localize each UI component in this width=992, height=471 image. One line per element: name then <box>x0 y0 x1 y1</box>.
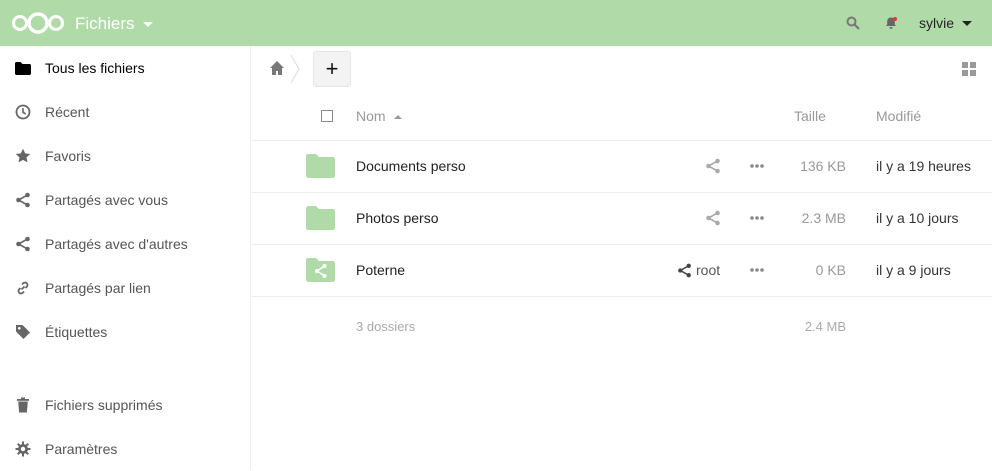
sidebar-item-label: Étiquettes <box>45 324 108 340</box>
sidebar-item-label: Partagés avec d'autres <box>45 236 188 252</box>
more-actions-icon[interactable] <box>749 267 765 273</box>
file-modified: il y a 10 jours <box>876 210 959 226</box>
chevron-down-icon <box>142 21 153 27</box>
share-icon[interactable] <box>705 158 721 174</box>
gear-icon <box>14 440 32 458</box>
file-modified: il y a 19 heures <box>876 158 971 174</box>
grid-view-icon[interactable] <box>962 62 976 76</box>
shared-with-owner[interactable]: root <box>677 262 720 278</box>
user-name: sylvie <box>918 15 954 31</box>
trash-icon <box>14 396 32 414</box>
sidebar-item-label: Récent <box>45 104 90 120</box>
link-icon <box>14 279 32 297</box>
file-table-header: Nom Taille Modifié <box>251 92 992 141</box>
share-icon <box>678 263 691 277</box>
file-list-area: + Nom Taille Modifié Documents perso 136… <box>251 46 992 470</box>
share-owner-name: root <box>696 262 721 278</box>
file-name[interactable]: Documents perso <box>356 158 466 174</box>
file-size: 136 KB <box>800 158 846 174</box>
share-icon <box>14 235 32 253</box>
breadcrumb-separator-icon <box>290 54 300 84</box>
file-name[interactable]: Photos perso <box>356 210 439 226</box>
home-icon[interactable] <box>269 60 285 76</box>
app-menu-button[interactable]: Fichiers <box>75 14 153 34</box>
sidebar-item-recent[interactable]: Récent <box>0 90 250 134</box>
sidebar-item-settings[interactable]: Paramètres <box>0 427 250 471</box>
sidebar-item-label: Favoris <box>45 148 91 164</box>
column-header-modified[interactable]: Modifié <box>876 108 921 124</box>
add-new-button[interactable]: + <box>313 51 351 87</box>
clock-icon <box>14 103 32 121</box>
select-all-checkbox[interactable] <box>321 110 333 122</box>
nextcloud-logo-icon[interactable] <box>10 11 66 35</box>
more-actions-icon[interactable] <box>749 215 765 221</box>
file-size: 2.3 MB <box>801 210 846 226</box>
folder-icon <box>14 59 32 77</box>
star-icon <box>14 147 32 165</box>
sidebar-item-label: Paramètres <box>45 441 118 457</box>
share-icon[interactable] <box>705 210 721 226</box>
folder-icon <box>306 206 335 230</box>
sidebar-item-tags[interactable]: Étiquettes <box>0 310 250 354</box>
sidebar-item-deleted-files[interactable]: Fichiers supprimés <box>0 383 250 427</box>
file-modified: il y a 9 jours <box>876 262 951 278</box>
table-row[interactable]: Photos perso 2.3 MB il y a 10 jours <box>251 193 992 245</box>
table-row[interactable]: Documents perso 136 KB il y a 19 heures <box>251 141 992 193</box>
sidebar-item-label: Fichiers supprimés <box>45 397 163 413</box>
total-size: 2.4 MB <box>804 319 846 334</box>
tag-icon <box>14 323 32 341</box>
file-list-summary: 3 dossiers 2.4 MB <box>251 309 992 343</box>
sidebar-item-shared-with-you[interactable]: Partagés avec vous <box>0 178 250 222</box>
sidebar-item-label: Partagés avec vous <box>45 192 168 208</box>
search-icon[interactable] <box>843 13 863 33</box>
file-size: 0 KB <box>815 262 846 278</box>
sidebar-item-favorites[interactable]: Favoris <box>0 134 250 178</box>
table-row[interactable]: Poterne root 0 KB il y a 9 jours <box>251 245 992 297</box>
folder-icon <box>306 154 335 178</box>
app-header: Fichiers sylvie <box>0 0 992 46</box>
column-header-size[interactable]: Taille <box>794 108 826 124</box>
sidebar-item-label: Partagés par lien <box>45 280 151 296</box>
file-name[interactable]: Poterne <box>356 262 405 278</box>
column-header-name[interactable]: Nom <box>356 108 402 124</box>
sidebar-item-shared-by-link[interactable]: Partagés par lien <box>0 266 250 310</box>
sidebar: Tous les fichiers Récent Favoris Partagé… <box>0 46 251 470</box>
user-menu[interactable]: sylvie <box>919 15 972 31</box>
shared-folder-icon <box>306 258 335 282</box>
app-title: Fichiers <box>75 14 135 33</box>
more-actions-icon[interactable] <box>749 163 765 169</box>
chevron-down-icon <box>962 20 972 26</box>
sidebar-item-all-files[interactable]: Tous les fichiers <box>0 46 250 90</box>
sidebar-item-shared-with-others[interactable]: Partagés avec d'autres <box>0 222 250 266</box>
notification-bell-icon[interactable] <box>881 13 901 33</box>
sort-ascending-icon <box>393 115 402 120</box>
sidebar-item-label: Tous les fichiers <box>45 60 145 76</box>
share-icon <box>14 191 32 209</box>
folder-count: 3 dossiers <box>356 319 416 334</box>
